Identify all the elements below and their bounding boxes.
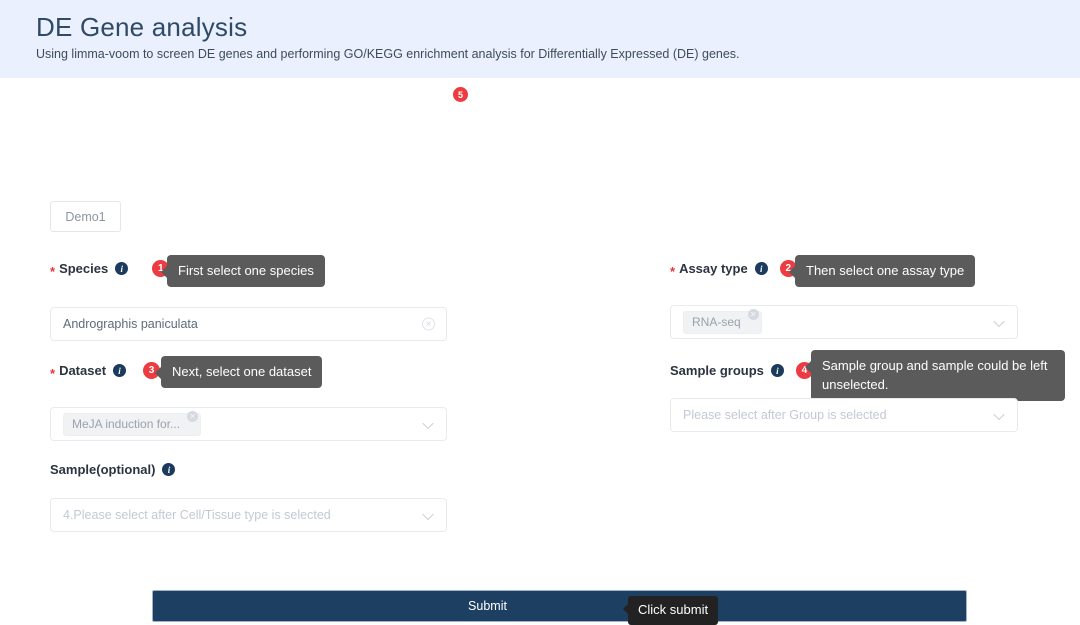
step-badge-5: 5 bbox=[453, 87, 468, 102]
chevron-down-icon[interactable] bbox=[424, 419, 435, 430]
page-header: DE Gene analysis Using limma-voom to scr… bbox=[0, 0, 1080, 78]
submit-button[interactable]: Submit bbox=[152, 590, 967, 622]
info-icon[interactable]: i bbox=[115, 262, 129, 275]
dataset-tag: MeJA induction for... ✕ bbox=[63, 410, 202, 436]
info-icon[interactable]: i bbox=[770, 364, 784, 377]
dataset-tag-label: MeJA induction for... bbox=[72, 417, 181, 431]
sample-groups-label-row: Sample groups i 4 bbox=[670, 362, 813, 379]
chevron-down-icon[interactable] bbox=[424, 510, 435, 521]
dataset-select[interactable]: MeJA induction for... ✕ bbox=[50, 407, 447, 441]
tab-demo1-label: Demo1 bbox=[65, 209, 106, 224]
assay-type-tag: RNA-seq ✕ bbox=[683, 308, 762, 334]
sample-select[interactable]: 4.Please select after Cell/Tissue type i… bbox=[50, 498, 447, 532]
sample-label: Sample(optional) bbox=[50, 462, 156, 477]
submit-button-label: Submit bbox=[468, 599, 507, 613]
sample-placeholder: 4.Please select after Cell/Tissue type i… bbox=[63, 508, 331, 522]
assay-type-label: Assay type bbox=[679, 261, 748, 276]
tooltip-sample-groups: Sample group and sample could be left un… bbox=[805, 350, 1065, 401]
page-subtitle: Using limma-voom to screen DE genes and … bbox=[36, 47, 740, 61]
sample-groups-label: Sample groups bbox=[670, 363, 764, 378]
tooltip-assay-type: Then select one assay type bbox=[788, 255, 976, 287]
info-icon[interactable]: i bbox=[162, 463, 176, 476]
tooltip-dataset: Next, select one dataset bbox=[154, 356, 323, 388]
species-label-row: * Species i 1 bbox=[50, 260, 170, 279]
assay-type-tag-label: RNA-seq bbox=[692, 315, 741, 329]
required-asterisk: * bbox=[670, 263, 676, 279]
sample-groups-placeholder: Please select after Group is selected bbox=[683, 408, 887, 422]
sample-label-row: Sample(optional) i bbox=[50, 462, 176, 477]
info-icon[interactable]: i bbox=[113, 364, 127, 377]
assay-type-label-row: * Assay type i 2 bbox=[670, 260, 797, 279]
species-label: Species bbox=[59, 261, 109, 276]
required-asterisk: * bbox=[50, 365, 56, 381]
info-icon[interactable]: i bbox=[754, 262, 768, 275]
remove-tag-icon[interactable]: ✕ bbox=[747, 308, 759, 320]
species-input[interactable]: Andrographis paniculata ✕ bbox=[50, 307, 447, 341]
clear-circle-icon[interactable]: ✕ bbox=[422, 317, 435, 331]
sample-groups-select[interactable]: Please select after Group is selected bbox=[670, 398, 1018, 432]
chevron-down-icon[interactable] bbox=[995, 410, 1006, 421]
chevron-down-icon[interactable] bbox=[995, 317, 1006, 328]
species-value: Andrographis paniculata bbox=[63, 317, 198, 331]
required-asterisk: * bbox=[50, 263, 56, 279]
tab-demo1[interactable]: Demo1 bbox=[50, 201, 121, 232]
remove-tag-icon[interactable]: ✕ bbox=[187, 410, 199, 422]
tooltip-species: First select one species bbox=[161, 255, 325, 287]
dataset-label: Dataset bbox=[59, 363, 107, 378]
assay-type-select[interactable]: RNA-seq ✕ bbox=[670, 305, 1018, 339]
page-title: DE Gene analysis bbox=[36, 12, 248, 42]
tooltip-submit: Click submit bbox=[622, 596, 719, 625]
dataset-label-row: * Dataset i 3 bbox=[50, 362, 161, 381]
